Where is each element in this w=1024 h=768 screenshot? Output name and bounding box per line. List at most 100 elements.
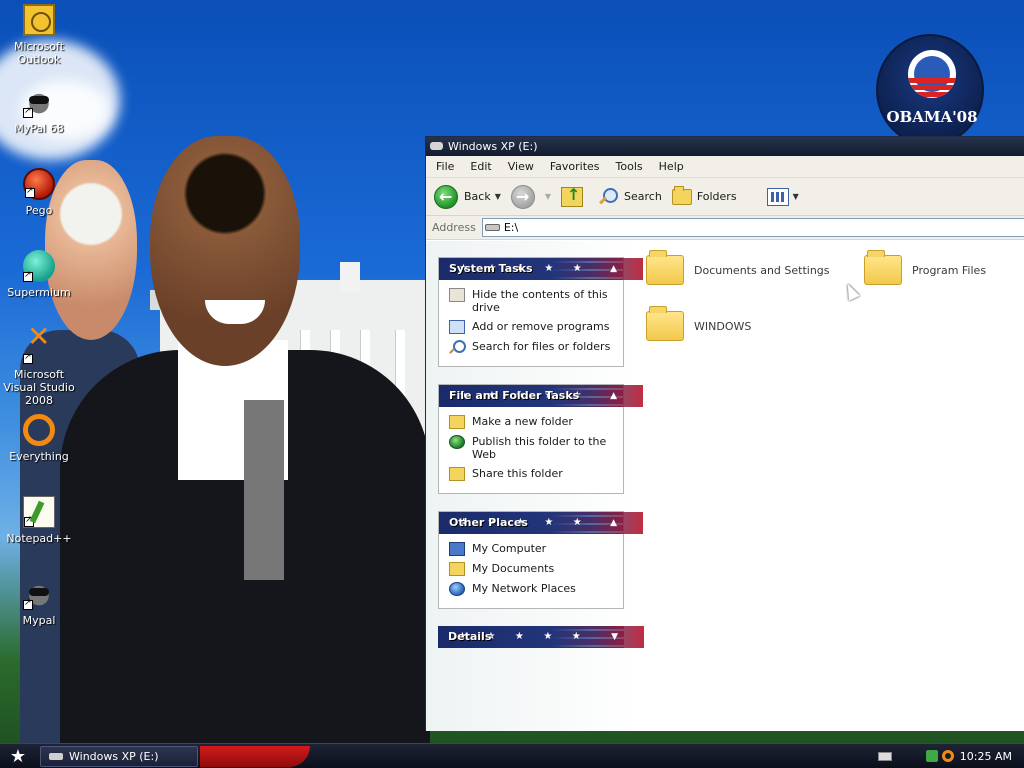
folders-icon xyxy=(671,185,692,205)
file-folder-tasks-header[interactable]: File and Folder Tasks ▲ xyxy=(439,385,643,407)
task-hide-contents[interactable]: Hide the contents of this drive xyxy=(449,288,615,314)
folder-icon xyxy=(646,306,684,341)
everything-tray-icon[interactable] xyxy=(941,750,954,762)
add-remove-programs-icon xyxy=(449,320,465,334)
chevron-down-icon[interactable]: ▼ xyxy=(545,192,551,201)
folder-icon xyxy=(646,250,684,285)
menu-bar: File Edit View Favorites Tools Help xyxy=(426,156,1024,178)
shortcut-arrow-icon xyxy=(23,105,33,118)
folder-content: System Tasks ▲ Hide the contents of this… xyxy=(426,241,1024,731)
system-tray: 10:25 AM xyxy=(874,744,1024,768)
views-icon xyxy=(766,187,789,206)
desktop-icon-outlook[interactable]: Microsoft Outlook xyxy=(1,4,77,66)
menu-favorites[interactable]: Favorites xyxy=(542,160,608,173)
desktop-icon-supermium[interactable]: Supermium xyxy=(1,250,77,299)
my-computer-icon xyxy=(449,542,465,556)
window-title: Windows XP (E:) xyxy=(448,140,538,153)
collapse-chevron-icon[interactable]: ▲ xyxy=(610,258,617,280)
tray-app-icon[interactable] xyxy=(925,750,938,762)
task-add-remove-programs[interactable]: Add or remove programs xyxy=(449,320,615,334)
folder-up-icon xyxy=(561,185,584,207)
task-publish-web[interactable]: Publish this folder to the Web xyxy=(449,435,615,461)
up-folder-button[interactable] xyxy=(561,185,587,207)
hide-contents-icon xyxy=(449,288,465,302)
mypal-icon xyxy=(23,578,55,610)
collapse-chevron-icon[interactable]: ▲ xyxy=(610,385,617,407)
address-value: E:\ xyxy=(503,221,519,234)
chevron-down-icon[interactable]: ▼ xyxy=(495,192,501,201)
folder-windows[interactable]: WINDOWS xyxy=(646,306,751,341)
search-icon xyxy=(449,340,466,354)
outlook-icon xyxy=(23,4,55,36)
shortcut-arrow-icon xyxy=(24,514,34,527)
taskbar-window-button[interactable]: Windows XP (E:) xyxy=(40,746,198,767)
views-button[interactable]: ▼ xyxy=(766,187,799,206)
details-header[interactable]: Details ▼ xyxy=(438,626,644,648)
supermium-icon xyxy=(23,250,55,282)
search-icon xyxy=(597,186,619,208)
desktop-icon-everything[interactable]: Everything xyxy=(1,414,77,463)
obama-08-logo: OBAMA'08 xyxy=(876,34,984,146)
system-tasks-header[interactable]: System Tasks ▲ xyxy=(439,258,643,280)
address-label: Address xyxy=(432,221,476,234)
visual-studio-icon xyxy=(23,330,55,364)
share-folder-icon xyxy=(449,467,465,481)
back-button[interactable]: Back ▼ xyxy=(434,184,501,209)
menu-tools[interactable]: Tools xyxy=(608,160,651,173)
folders-button[interactable]: Folders xyxy=(671,185,737,205)
folder-documents-and-settings[interactable]: Documents and Settings xyxy=(646,250,830,285)
desktop-icon-pego[interactable]: Pego xyxy=(1,168,77,217)
menu-view[interactable]: View xyxy=(500,160,542,173)
star-icon: ★ xyxy=(9,746,27,767)
pego-icon xyxy=(23,168,55,200)
address-bar: Address E:\ xyxy=(426,216,1024,240)
explorer-window[interactable]: Windows XP (E:) File Edit View Favorites… xyxy=(425,136,1024,731)
system-tasks-panel: System Tasks ▲ Hide the contents of this… xyxy=(438,257,643,367)
my-documents-icon xyxy=(449,562,465,576)
folder-icon xyxy=(864,250,902,285)
menu-edit[interactable]: Edit xyxy=(462,160,499,173)
other-places-header[interactable]: Other Places ▲ xyxy=(439,512,643,534)
network-places-icon xyxy=(449,582,465,596)
task-new-folder[interactable]: Make a new folder xyxy=(449,415,615,429)
notepadpp-icon xyxy=(23,496,55,528)
desktop-icon-mypal-68[interactable]: MyPal 68 xyxy=(1,86,77,135)
folder-program-files[interactable]: Program Files xyxy=(864,250,986,285)
chevron-down-icon[interactable]: ▼ xyxy=(793,192,799,201)
drive-icon xyxy=(49,753,63,760)
taskbar-decoration xyxy=(200,746,310,767)
place-my-network[interactable]: My Network Places xyxy=(449,582,615,596)
window-titlebar[interactable]: Windows XP (E:) xyxy=(426,137,1024,156)
start-button[interactable]: ★ xyxy=(4,746,32,767)
task-share-folder[interactable]: Share this folder xyxy=(449,467,615,481)
file-folder-tasks-panel: File and Folder Tasks ▲ Make a new folde… xyxy=(438,384,643,494)
shortcut-arrow-icon xyxy=(23,597,33,610)
place-my-documents[interactable]: My Documents xyxy=(449,562,615,576)
drive-icon xyxy=(484,224,500,231)
forward-arrow-icon xyxy=(510,184,535,209)
shortcut-arrow-icon xyxy=(23,269,33,282)
task-search-files[interactable]: Search for files or folders xyxy=(449,340,615,354)
expand-chevron-icon[interactable]: ▼ xyxy=(611,626,618,648)
mypal-icon xyxy=(23,86,55,118)
details-panel: Details ▼ xyxy=(438,626,644,648)
drive-icon xyxy=(430,142,443,150)
other-places-panel: Other Places ▲ My Computer My Documents … xyxy=(438,511,643,609)
collapse-chevron-icon[interactable]: ▲ xyxy=(610,512,617,534)
clock[interactable]: 10:25 AM xyxy=(960,750,1012,763)
desktop-icon-mypal[interactable]: Mypal xyxy=(1,578,77,627)
keyboard-icon[interactable] xyxy=(877,751,892,761)
menu-help[interactable]: Help xyxy=(651,160,692,173)
toolbar: Back ▼ ▼ Search Folders ▼ xyxy=(426,178,1024,216)
back-arrow-icon xyxy=(434,184,458,209)
desktop-icon-visual-studio[interactable]: Microsoft Visual Studio 2008 xyxy=(1,330,77,407)
place-my-computer[interactable]: My Computer xyxy=(449,542,615,556)
forward-button[interactable]: ▼ xyxy=(510,184,551,209)
menu-file[interactable]: File xyxy=(428,160,462,173)
search-button[interactable]: Search xyxy=(597,186,662,208)
address-field[interactable]: E:\ xyxy=(481,218,1024,237)
desktop-icon-notepadpp[interactable]: Notepad++ xyxy=(1,496,77,545)
globe-icon xyxy=(449,435,465,449)
shortcut-arrow-icon xyxy=(23,351,33,364)
new-folder-icon xyxy=(449,415,465,429)
